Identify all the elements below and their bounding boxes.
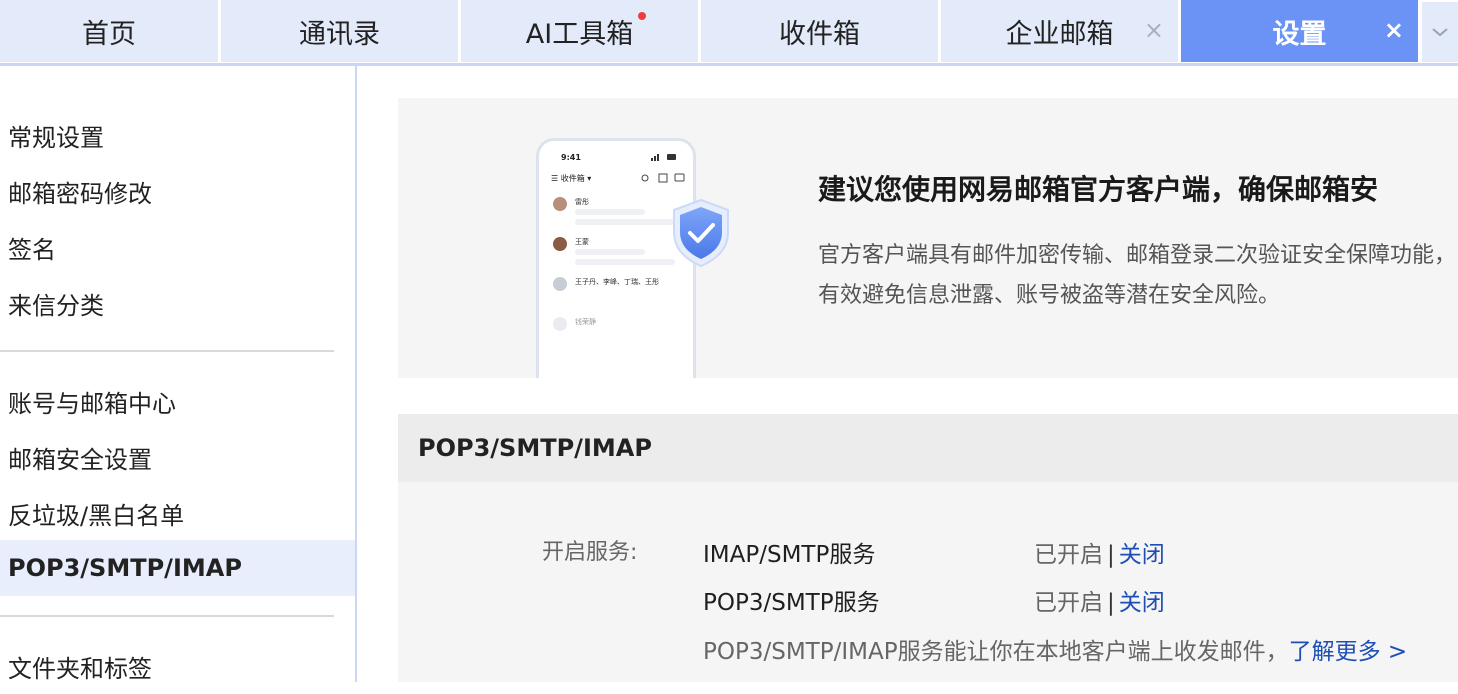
service-note-text: POP3/SMTP/IMAP服务能让你在本地客户端上收发邮件，: [703, 639, 1289, 665]
service-name: IMAP/SMTP服务: [703, 542, 876, 568]
pop-settings-panel: 开启服务: IMAP/SMTP服务 已开启 | 关闭 POP3/SMTP服务 已开启…: [398, 482, 1458, 682]
tab-contacts[interactable]: 通讯录: [221, 0, 458, 62]
avatar: [553, 317, 567, 331]
shield-check-icon: [673, 198, 729, 268]
section-title: POP3/SMTP/IMAP: [398, 414, 1458, 482]
sidebar-divider: [0, 350, 334, 352]
tab-label: 首页: [82, 18, 136, 50]
service-note: POP3/SMTP/IMAP服务能让你在本地客户端上收发邮件，了解更多 >: [703, 632, 1407, 666]
banner-description: 官方客户端具有邮件加密传输、邮箱登录二次验证安全保障功能，有效避免信息泄露、账号…: [818, 243, 1457, 308]
phone-mail-line: [575, 249, 645, 255]
sidebar-item-label: POP3/SMTP/IMAP: [8, 554, 242, 582]
sidebar-divider: [0, 615, 334, 617]
phone-mail-line: [575, 259, 675, 265]
status-badge: 已开启: [1034, 590, 1103, 616]
settings-sidebar: 常规设置 邮箱密码修改 签名 来信分类 账号与邮箱中心 邮箱安全设置 反垃圾/黑…: [0, 66, 357, 683]
notification-dot: [638, 12, 646, 20]
tab-overflow-button[interactable]: [1422, 2, 1458, 62]
phone-mail-line: [575, 219, 675, 225]
service-name: POP3/SMTP服务: [703, 590, 880, 616]
phone-toolbar-icons: [641, 173, 685, 183]
disable-imap-link[interactable]: 关闭: [1119, 542, 1165, 568]
tab-ai-toolbox[interactable]: AI工具箱: [461, 0, 698, 62]
sidebar-item-mail-category[interactable]: 来信分类: [0, 275, 355, 331]
client-recommendation-banner: 9:41 ☰ 收件箱 ▾ 雷彤 王蒙 王子丹、李峰、丁瑞、王彤 钱荣静 建议您使…: [398, 98, 1458, 378]
status-badge: 已开启: [1034, 542, 1103, 568]
tab-label: 收件箱: [779, 18, 860, 50]
sidebar-item-label: 账号与邮箱中心: [8, 389, 176, 418]
close-icon[interactable]: ×: [1384, 18, 1404, 42]
phone-mail-sender: 雷彤: [575, 198, 589, 206]
phone-time: 9:41: [561, 153, 581, 162]
sidebar-item-label: 常规设置: [8, 123, 104, 152]
avatar: [553, 237, 567, 251]
sidebar-item-label: 邮箱密码修改: [8, 179, 152, 208]
sidebar-item-password[interactable]: 邮箱密码修改: [0, 163, 355, 219]
close-icon[interactable]: ×: [1144, 18, 1164, 42]
service-label: 开启服务:: [542, 540, 638, 565]
phone-inbox-label: ☰ 收件箱 ▾: [551, 174, 592, 183]
phone-mail-line: [575, 209, 645, 215]
tab-enterprise-mail[interactable]: 企业邮箱 ×: [941, 0, 1178, 62]
tab-label: 企业邮箱: [1005, 18, 1114, 50]
phone-mail-sender: 钱荣静: [575, 318, 596, 326]
service-status-row: 已开启 | 关闭: [1034, 535, 1165, 569]
disable-pop3-link[interactable]: 关闭: [1119, 590, 1165, 616]
sidebar-item-security[interactable]: 邮箱安全设置: [0, 429, 355, 485]
tab-label: 通讯录: [299, 18, 380, 50]
tab-label: AI工具箱: [525, 18, 634, 50]
sidebar-item-general[interactable]: 常规设置: [0, 107, 355, 163]
sidebar-item-label: 邮箱安全设置: [8, 445, 152, 474]
service-status-row: 已开启 | 关闭: [1034, 583, 1165, 617]
sidebar-item-signature[interactable]: 签名: [0, 219, 355, 275]
tab-settings[interactable]: 设置 ×: [1181, 0, 1418, 62]
tab-inbox[interactable]: 收件箱: [701, 0, 938, 62]
sidebar-item-account-center[interactable]: 账号与邮箱中心: [0, 373, 355, 429]
sidebar-item-label: 反垃圾/黑白名单: [8, 501, 185, 530]
sidebar-item-label: 文件夹和标签: [8, 654, 152, 683]
tab-home[interactable]: 首页: [0, 0, 218, 62]
signal-icon: [651, 154, 676, 161]
sidebar-item-antispam[interactable]: 反垃圾/黑白名单: [0, 485, 355, 541]
learn-more-link[interactable]: 了解更多 >: [1289, 639, 1408, 665]
tab-bar: 首页 通讯录 AI工具箱 收件箱 企业邮箱 × 设置 ×: [0, 0, 1458, 66]
sidebar-item-label: 签名: [8, 235, 56, 264]
separator: |: [1107, 542, 1115, 568]
phone-mail-sender: 王子丹、李峰、丁瑞、王彤: [575, 278, 659, 286]
sidebar-item-pop3-smtp-imap[interactable]: POP3/SMTP/IMAP: [0, 540, 355, 596]
chevron-down-icon: [1432, 28, 1448, 37]
banner-title: 建议您使用网易邮箱官方客户端，确保邮箱安: [818, 173, 1379, 206]
avatar: [553, 277, 567, 291]
tab-label: 设置: [1272, 18, 1327, 50]
sidebar-item-label: 来信分类: [8, 291, 104, 320]
separator: |: [1107, 590, 1115, 616]
phone-mail-sender: 王蒙: [575, 238, 589, 246]
avatar: [553, 197, 567, 211]
sidebar-item-folders-labels[interactable]: 文件夹和标签: [0, 638, 355, 694]
